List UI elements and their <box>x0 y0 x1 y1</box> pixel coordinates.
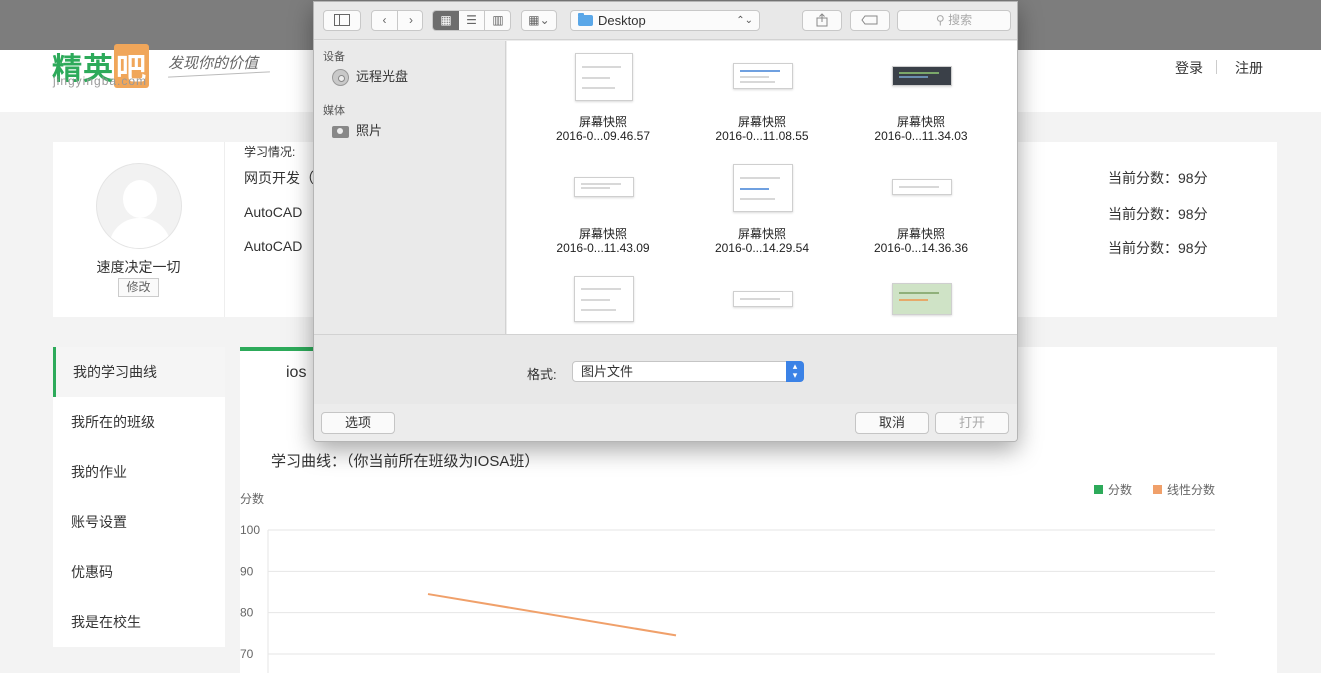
format-dropdown[interactable]: 图片文件 ▴ ▾ <box>572 361 804 382</box>
file-date: 2016-0...14.36.36 <box>873 241 969 255</box>
y-tick-label: 80 <box>240 606 254 620</box>
file-thumbnail <box>574 177 634 197</box>
location-label: Desktop <box>598 13 646 28</box>
series-line <box>427 593 677 637</box>
file-date: 2016-0...09.46.57 <box>555 129 651 143</box>
y-axis-label: 分数 <box>240 491 264 506</box>
file-date: 2016-0...14.29.54 <box>714 241 810 255</box>
options-button[interactable]: 选项 <box>321 412 395 434</box>
file-item[interactable]: 屏幕快照 2016-0...09.46.57 <box>523 49 683 161</box>
file-thumbnail <box>733 63 793 89</box>
file-name: 屏幕快照 <box>578 115 627 129</box>
chevron-updown-icon: ▴ ▾ <box>786 361 804 382</box>
file-date: 2016-0...11.34.03 <box>874 129 968 143</box>
file-date: 2016-0...11.08.55 <box>715 129 809 143</box>
file-item[interactable] <box>682 273 842 334</box>
cancel-button[interactable]: 取消 <box>855 412 929 434</box>
tag-icon <box>861 15 878 25</box>
search-input[interactable]: ⚲ 搜索 <box>897 10 1011 31</box>
y-tick-label: 70 <box>240 647 254 661</box>
search-placeholder: 搜索 <box>948 13 973 27</box>
file-thumbnail <box>574 276 634 322</box>
tag-button[interactable] <box>850 10 890 31</box>
column-view-icon[interactable]: ▥ <box>485 11 511 30</box>
file-item[interactable]: 屏幕快照 2016-0...14.29.54 <box>682 161 842 273</box>
list-view-icon[interactable]: ☰ <box>459 11 485 30</box>
arrange-button[interactable]: ▦⌄ <box>521 10 557 31</box>
sidebar-header-media: 媒体 <box>323 105 345 117</box>
legend-swatch <box>1094 485 1103 494</box>
file-item[interactable]: 屏幕快照 2016-0...11.34.03 <box>841 49 1001 161</box>
back-forward-buttons[interactable]: ‹ › <box>371 10 423 31</box>
file-name: 屏幕快照 <box>896 227 945 241</box>
file-thumbnail <box>733 291 793 307</box>
dialog-sidebar: 设备 远程光盘 媒体 照片 <box>314 41 506 334</box>
file-item[interactable]: 屏幕快照 2016-0...14.36.36 <box>841 161 1001 273</box>
disc-icon <box>332 69 349 86</box>
view-mode-control: ▦ ☰ ▥ <box>432 10 511 31</box>
file-date: 2016-0...11.43.09 <box>556 241 650 255</box>
file-thumbnail <box>892 179 952 195</box>
file-grid: 屏幕快照 2016-0...09.46.57 屏幕快照 2016-0...11.… <box>507 41 1017 334</box>
file-name: 屏幕快照 <box>737 115 786 129</box>
dialog-button-bar: 选项 取消 打开 <box>314 404 1017 441</box>
legend-swatch <box>1153 485 1162 494</box>
format-value: 图片文件 <box>581 364 634 379</box>
y-tick-label: 100 <box>240 523 260 537</box>
format-label: 格式: <box>527 367 557 382</box>
open-button[interactable]: 打开 <box>935 412 1009 434</box>
camera-icon <box>332 126 349 138</box>
legend-label: 线性分数 <box>1167 482 1215 497</box>
file-item[interactable] <box>523 273 683 334</box>
search-icon: ⚲ <box>935 13 945 27</box>
file-item[interactable]: 屏幕快照 2016-0...11.43.09 <box>523 161 683 273</box>
file-name: 屏幕快照 <box>737 227 786 241</box>
icon-view-icon[interactable]: ▦ <box>433 11 459 30</box>
file-open-dialog: ‹ › ▦ ☰ ▥ ▦⌄ Desktop ⌃⌄ ⚲ 搜索 设备 远程光盘 媒体 … <box>313 1 1018 442</box>
dialog-toolbar: ‹ › ▦ ☰ ▥ ▦⌄ Desktop ⌃⌄ ⚲ 搜索 <box>314 2 1017 40</box>
chevron-updown-icon: ⌃⌄ <box>736 15 753 26</box>
file-name: 屏幕快照 <box>578 227 627 241</box>
forward-icon[interactable]: › <box>398 11 424 30</box>
back-icon[interactable]: ‹ <box>372 11 398 30</box>
sidebar-item-label: 远程光盘 <box>356 69 409 84</box>
file-thumbnail <box>892 283 952 315</box>
file-name: 屏幕快照 <box>896 115 945 129</box>
file-thumbnail <box>892 66 952 86</box>
arrange-icon: ▦⌄ <box>528 13 550 27</box>
share-icon <box>816 13 828 27</box>
folder-icon <box>578 13 593 26</box>
sidebar-header-devices: 设备 <box>323 51 345 63</box>
format-bar: 格式: 图片文件 ▴ ▾ <box>314 334 1017 404</box>
file-item[interactable]: 屏幕快照 2016-0...11.08.55 <box>682 49 842 161</box>
file-item[interactable] <box>841 273 1001 334</box>
sidebar-toggle-icon <box>334 14 350 26</box>
share-button[interactable] <box>802 10 842 31</box>
sidebar-item-label: 照片 <box>356 123 383 138</box>
legend-label: 分数 <box>1108 482 1132 497</box>
y-tick-label: 90 <box>240 564 254 578</box>
location-dropdown[interactable]: Desktop ⌃⌄ <box>570 10 760 31</box>
file-thumbnail <box>733 164 793 212</box>
file-thumbnail <box>575 53 633 101</box>
sidebar-toggle-button[interactable] <box>323 10 361 31</box>
